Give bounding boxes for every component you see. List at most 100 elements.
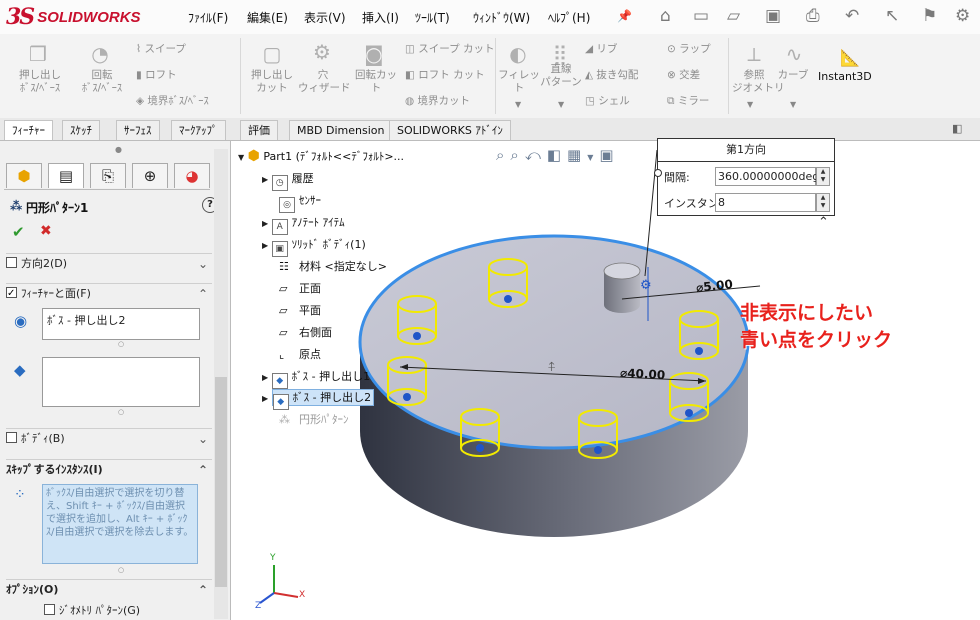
revolve-boss-button[interactable]: 回転 ﾎﾞｽ/ﾍﾞｰｽ xyxy=(72,69,132,95)
curves-button[interactable]: カーブ xyxy=(776,69,810,82)
options-section[interactable]: ｵﾌﾟｼｮﾝ(O) ⌃ xyxy=(6,579,212,600)
chevron-up-icon[interactable]: ⌃ xyxy=(198,460,208,480)
tree-item-circular-pattern[interactable]: ⁂ 円形ﾊﾟﾀｰﾝ xyxy=(279,411,349,427)
tab-sketch[interactable]: ｽｹｯﾁ xyxy=(62,120,100,140)
menu-view[interactable]: 表示(V) xyxy=(304,9,346,26)
expand-arrow-icon[interactable]: ▶ xyxy=(262,241,268,250)
tree-item-front-plane[interactable]: ▱ 正面 xyxy=(279,280,321,296)
expand-arrow-icon[interactable]: ▶ xyxy=(262,394,268,403)
pm-scrollbar-thumb[interactable] xyxy=(215,377,227,587)
previous-view-icon[interactable]: ⤺ xyxy=(525,146,547,164)
extrude-boss-button[interactable]: 押し出し ﾎﾞｽ/ﾍﾞｰｽ xyxy=(10,69,70,95)
linear-pattern-button[interactable]: 直線 パターン xyxy=(540,63,582,89)
collapse-panel-icon[interactable]: ◧ xyxy=(952,122,962,135)
new-document-icon[interactable]: ▭ xyxy=(693,6,709,26)
lofted-cut-button[interactable]: ◧ ロフト カット xyxy=(405,69,485,82)
faces-to-pattern-list[interactable] xyxy=(42,357,200,407)
instance-dot[interactable] xyxy=(504,295,512,303)
hole-wizard-button[interactable]: 穴 ウィザード xyxy=(298,69,351,95)
home-icon[interactable]: ⌂ xyxy=(660,6,671,26)
features-to-pattern-list[interactable]: ﾎﾞｽ - 押し出し2 xyxy=(42,308,200,340)
list-resize-grip[interactable]: ○ xyxy=(118,408,124,416)
chevron-down-icon[interactable]: ⌄ xyxy=(198,254,208,274)
view-orientation-icon[interactable]: ▦ xyxy=(567,146,587,164)
skip-instances-section[interactable]: ｽｷｯﾌﾟするｲﾝｽﾀﾝｽ(I) ⌃ xyxy=(6,459,212,480)
configuration-manager-tab-icon[interactable]: ⎘ xyxy=(90,163,126,188)
loft-button[interactable]: ▮ ロフト xyxy=(136,69,177,82)
mirror-button[interactable]: ⧉ ミラー xyxy=(667,95,709,108)
expand-arrow-icon[interactable]: ▶ xyxy=(262,175,268,184)
expand-arrow-icon[interactable]: ▶ xyxy=(262,219,268,228)
seed-feature-marker-icon[interactable]: ⚙ xyxy=(640,278,652,293)
callout-collapse-icon[interactable]: ⌃ xyxy=(818,215,829,230)
rib-button[interactable]: ◢ リブ xyxy=(585,43,617,56)
feature-manager-tab-icon[interactable]: ⬢ xyxy=(6,163,42,188)
shell-button[interactable]: ◳ シェル xyxy=(585,95,630,108)
select-icon[interactable]: ↖ xyxy=(885,6,899,26)
bodies-checkbox[interactable] xyxy=(6,432,17,443)
tab-features[interactable]: ﾌｨｰﾁｬｰ xyxy=(4,120,53,140)
save-icon[interactable]: ▣ xyxy=(765,6,781,26)
wrap-button[interactable]: ⊙ ラップ xyxy=(667,43,711,56)
open-folder-icon[interactable]: ▱ xyxy=(727,6,740,26)
display-manager-tab-icon[interactable]: ◕ xyxy=(174,163,210,188)
fillet-button[interactable]: フィレット xyxy=(498,69,540,95)
dimxpert-tab-icon[interactable]: ⊕ xyxy=(132,163,168,188)
sweep-button[interactable]: ⌇ スイープ xyxy=(136,43,186,56)
undo-icon[interactable]: ↶ xyxy=(845,6,859,26)
skip-instances-list[interactable]: ﾎﾞｯｸｽ/自由選択で選択を切り替え、Shift ｷｰ + ﾎﾞｯｸｽ/自由選択… xyxy=(42,484,198,564)
tree-item-annotations[interactable]: ▶ A ｱﾉﾃｰﾄ ｱｲﾃﾑ xyxy=(262,214,345,235)
tree-item-history[interactable]: ▶ ◷ 履歴 xyxy=(262,170,314,191)
intersect-button[interactable]: ⊗ 交差 xyxy=(667,69,700,82)
features-list-item[interactable]: ﾎﾞｽ - 押し出し2 xyxy=(47,312,125,328)
display-style-icon[interactable]: ▣ xyxy=(599,146,619,164)
spacing-input[interactable]: 360.00000000deg xyxy=(715,167,819,186)
collapse-arrow-icon[interactable]: ▼ xyxy=(238,153,244,162)
tab-solidworks-addins[interactable]: SOLIDWORKS ｱﾄﾞｲﾝ xyxy=(389,120,511,140)
tree-root[interactable]: ▼ ⬢ Part1 (ﾃﾞﾌｫﾙﾄ<<ﾃﾞﾌｫﾙﾄ>... xyxy=(238,148,404,170)
tree-item-top-plane[interactable]: ▱ 平面 xyxy=(279,302,321,318)
instance-dot[interactable] xyxy=(695,347,703,355)
draft-button[interactable]: ◭ 抜き勾配 xyxy=(585,69,638,82)
menu-tools[interactable]: ﾂｰﾙ(T) xyxy=(415,9,450,26)
cancel-x-icon[interactable]: ✖ xyxy=(40,223,52,239)
bodies-section[interactable]: ﾎﾞﾃﾞｨ(B) ⌄ xyxy=(6,428,212,449)
tab-markup[interactable]: ﾏｰｸｱｯﾌﾟ xyxy=(171,120,226,140)
instances-input[interactable]: 8 xyxy=(715,193,816,212)
tree-item-sensors[interactable]: ◎ ｾﾝｻｰ xyxy=(279,192,321,213)
property-manager-tab-icon[interactable]: ▤ xyxy=(48,163,84,188)
menu-insert[interactable]: 挿入(I) xyxy=(362,9,399,26)
reference-geometry-button[interactable]: 参照 ジオメトリ xyxy=(732,69,785,95)
tab-mbd-dimension[interactable]: MBD Dimension xyxy=(289,120,393,140)
expand-arrow-icon[interactable]: ▶ xyxy=(262,373,268,382)
section-view-icon[interactable]: ◧ xyxy=(547,146,567,164)
instance-dot[interactable] xyxy=(413,332,421,340)
zoom-to-fit-icon[interactable]: ⌕ xyxy=(496,146,510,164)
tree-item-boss-extrude2[interactable]: ▶ ◆ ﾎﾞｽ - 押し出し2 xyxy=(262,389,375,410)
fillet-dropdown-icon[interactable]: ▼ xyxy=(515,100,521,109)
pin-icon[interactable]: 📌 xyxy=(617,9,632,23)
menu-help[interactable]: ﾍﾙﾌﾟ(H) xyxy=(548,9,590,26)
tree-item-origin[interactable]: ⌞ 原点 xyxy=(279,346,321,362)
instance-dot[interactable] xyxy=(685,409,693,417)
pm-scrollbar[interactable] xyxy=(214,149,228,619)
zoom-area-icon[interactable]: ⌕ xyxy=(510,146,524,164)
chevron-up-icon[interactable]: ⌃ xyxy=(198,580,208,600)
tree-item-right-plane[interactable]: ▱ 右側面 xyxy=(279,324,332,340)
instance-dot[interactable] xyxy=(594,446,602,454)
chevron-up-icon[interactable]: ⌃ xyxy=(198,284,208,304)
large-diameter-dimension[interactable]: ⌀40.00 xyxy=(620,366,666,382)
instance-dot[interactable] xyxy=(403,393,411,401)
pm-grip-icon[interactable]: ● xyxy=(115,145,122,154)
rebuild-icon[interactable]: ⚑ xyxy=(922,6,937,26)
direction2-section[interactable]: 方向2(D) ⌄ xyxy=(6,253,212,274)
tab-surfaces[interactable]: ｻｰﾌｪｽ xyxy=(116,120,160,140)
pattern-dropdown-icon[interactable]: ▼ xyxy=(558,100,564,109)
tree-item-material[interactable]: ☷ 材料 <指定なし> xyxy=(279,258,387,274)
chevron-down-icon[interactable]: ⌄ xyxy=(198,429,208,449)
options-icon[interactable]: ⚙ xyxy=(955,6,970,26)
view-dropdown-icon[interactable]: ▼ xyxy=(587,153,599,162)
features-faces-section[interactable]: ﾌｨｰﾁｬｰと面(F) ⌃ xyxy=(6,283,212,304)
tab-evaluate[interactable]: 評価 xyxy=(240,120,278,140)
ok-check-icon[interactable]: ✔ xyxy=(12,223,25,241)
